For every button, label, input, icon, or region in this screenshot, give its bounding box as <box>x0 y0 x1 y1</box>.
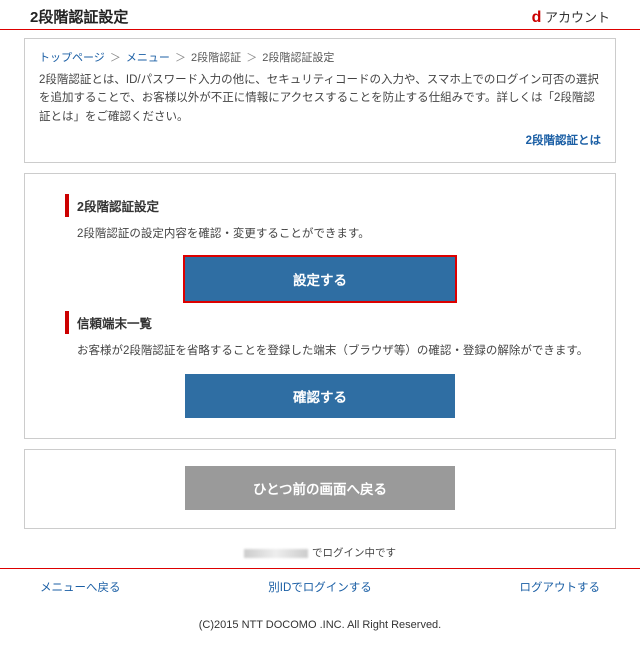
back-button[interactable]: ひとつ前の画面へ戻る <box>185 466 455 510</box>
footer-links: メニューへ戻る 別IDでログインする ログアウトする <box>0 569 640 605</box>
copyright: (C)2015 NTT DOCOMO .INC. All Right Reser… <box>0 605 640 647</box>
breadcrumb-home[interactable]: トップページ <box>39 52 105 64</box>
breadcrumb-current: 2段階認証設定 <box>262 52 334 64</box>
devices-button[interactable]: 確認する <box>185 374 455 418</box>
breadcrumb: トップページ ＞ メニュー ＞ 2段階認証 ＞ 2段階認証設定 <box>39 49 601 71</box>
footer-logout-link[interactable]: ログアウトする <box>520 579 601 595</box>
header: 2段階認証設定 d アカウント <box>0 0 640 29</box>
devices-section: 信頼端末一覧 お客様が2段階認証を省略することを登録した端末（ブラウザ等）の確認… <box>39 311 601 418</box>
settings-section: 2段階認証設定 2段階認証の設定内容を確認・変更することができます。 設定する <box>39 194 601 301</box>
breadcrumb-2fa: 2段階認証 <box>191 52 241 64</box>
breadcrumb-menu[interactable]: メニュー <box>126 52 170 64</box>
settings-title: 2段階認証設定 <box>65 194 601 217</box>
brand-logo: d アカウント <box>532 7 610 27</box>
devices-body: お客様が2段階認証を省略することを登録した端末（ブラウザ等）の確認・登録の解除が… <box>39 342 601 368</box>
intro-text: 2段階認証とは、ID/パスワード入力の他に、セキュリティコードの入力や、スマホ上… <box>39 71 601 126</box>
login-status: でログイン中です <box>0 543 640 568</box>
page-title: 2段階認証設定 <box>30 6 128 27</box>
settings-button[interactable]: 設定する <box>185 257 455 301</box>
devices-title: 信頼端末一覧 <box>65 311 601 334</box>
actions-panel: 2段階認証設定 2段階認証の設定内容を確認・変更することができます。 設定する … <box>24 173 616 439</box>
masked-id <box>244 549 308 558</box>
intro-panel: トップページ ＞ メニュー ＞ 2段階認証 ＞ 2段階認証設定 2段階認証とは、… <box>24 38 616 163</box>
back-panel: ひとつ前の画面へ戻る <box>24 449 616 529</box>
about-2fa-link[interactable]: 2段階認証とは <box>526 135 601 147</box>
settings-body: 2段階認証の設定内容を確認・変更することができます。 <box>39 225 601 251</box>
footer-other-id-link[interactable]: 別IDでログインする <box>268 579 372 595</box>
footer-menu-link[interactable]: メニューへ戻る <box>40 579 121 595</box>
